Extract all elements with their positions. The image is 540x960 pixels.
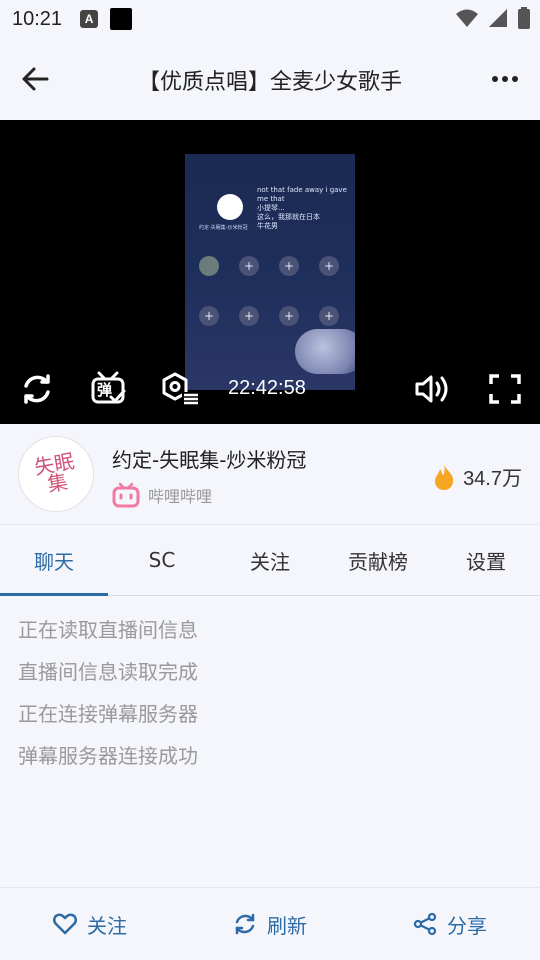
- refresh-label: 刷新: [267, 913, 307, 938]
- status-bar: 10:21 A: [0, 0, 540, 38]
- platform: 哔哩哔哩: [112, 482, 212, 508]
- seat-empty: +: [239, 256, 259, 276]
- bilibili-icon: [112, 482, 140, 508]
- share-icon: [413, 912, 437, 936]
- fullscreen-icon: [489, 374, 521, 404]
- stream-overlay-text: not that fade away i gave me that 小提琴...…: [257, 186, 353, 231]
- more-button[interactable]: [488, 64, 522, 94]
- tab-contribution-rank[interactable]: 贡献榜: [324, 525, 432, 595]
- flame-icon: [435, 463, 454, 490]
- popularity-value: 34.7万: [463, 468, 522, 490]
- tab-bar: 聊天 SC 关注 贡献榜 设置: [0, 524, 540, 596]
- page-title: 【优质点唱】全麦少女歌手: [137, 70, 402, 95]
- tab-sc[interactable]: SC: [108, 525, 216, 595]
- tab-settings[interactable]: 设置: [432, 525, 540, 595]
- refresh-icon: [24, 374, 50, 404]
- signal-icon: [489, 9, 507, 27]
- share-label: 分享: [447, 913, 487, 938]
- stream-host-sub: 约定-失眠集-炒米粉冠: [199, 225, 248, 231]
- refresh-stream-button[interactable]: [18, 370, 56, 408]
- video-player[interactable]: not that fade away i gave me that 小提琴...…: [0, 120, 540, 424]
- danmaku-toggle-button[interactable]: 弹: [88, 370, 128, 408]
- refresh-button[interactable]: 刷新: [180, 888, 360, 960]
- chat-messages: 正在读取直播间信息 直播间信息读取完成 正在连接弹幕服务器 弹幕服务器连接成功: [18, 612, 518, 780]
- seat-empty: +: [199, 306, 219, 326]
- notification-square-icon: [110, 8, 133, 30]
- seat-occupied: [199, 256, 219, 276]
- stream-host-avatar: [217, 194, 243, 220]
- heart-icon: [53, 913, 77, 935]
- video-controls: 弹 22:42:58: [0, 368, 540, 410]
- list-item: 直播间信息读取完成: [18, 660, 198, 684]
- video-time: 22:42:58: [228, 377, 306, 399]
- stream-frame: not that fade away i gave me that 小提琴...…: [185, 154, 355, 390]
- app-bar: 【优质点唱】全麦少女歌手: [0, 38, 540, 120]
- notification-a-icon: A: [80, 10, 99, 28]
- popularity: 34.7万: [433, 462, 522, 491]
- back-arrow-icon: [22, 67, 49, 91]
- seat-empty: +: [239, 306, 259, 326]
- wifi-icon: [456, 9, 478, 27]
- streamer-avatar[interactable]: 失眠集: [18, 436, 94, 512]
- volume-button[interactable]: [412, 370, 454, 408]
- bottom-bar: 关注 刷新 分享: [0, 887, 540, 960]
- platform-name: 哔哩哔哩: [148, 487, 213, 506]
- more-dots-icon: [492, 76, 518, 82]
- fullscreen-button[interactable]: [486, 370, 524, 408]
- status-right: [456, 7, 530, 29]
- list-item: 正在读取直播间信息: [18, 618, 198, 642]
- back-button[interactable]: [18, 62, 52, 96]
- danmaku-settings-icon: [162, 372, 198, 405]
- streamer-info: 失眠集 约定-失眠集-炒米粉冠 哔哩哔哩 34.7万: [0, 424, 540, 524]
- volume-icon: [415, 375, 448, 403]
- seat-empty: +: [319, 306, 339, 326]
- battery-icon: [518, 7, 530, 29]
- stream-line-2: 小提琴...: [257, 204, 285, 212]
- stream-line-4: 牛花男: [257, 222, 278, 230]
- seat-empty: +: [319, 256, 339, 276]
- seat-empty: +: [279, 306, 299, 326]
- stream-line-1: not that fade away i gave me that: [257, 186, 347, 203]
- tab-chat[interactable]: 聊天: [0, 525, 108, 596]
- tab-follow[interactable]: 关注: [216, 525, 324, 595]
- share-button[interactable]: 分享: [360, 888, 540, 960]
- status-time: 10:21: [12, 7, 63, 30]
- follow-label: 关注: [87, 913, 127, 938]
- list-item: 正在连接弹幕服务器: [18, 702, 198, 726]
- danmaku-settings-button[interactable]: [160, 370, 200, 408]
- follow-button[interactable]: 关注: [0, 888, 180, 960]
- list-item: 弹幕服务器连接成功: [18, 744, 198, 768]
- refresh-icon: [235, 913, 255, 935]
- seat-empty: +: [279, 256, 299, 276]
- streamer-avatar-text: 失眠集: [32, 448, 77, 497]
- danmaku-label: 弹: [97, 381, 113, 399]
- streamer-name: 约定-失眠集-炒米粉冠: [112, 448, 307, 472]
- stream-line-3: 这么，我那就在日本: [257, 213, 320, 221]
